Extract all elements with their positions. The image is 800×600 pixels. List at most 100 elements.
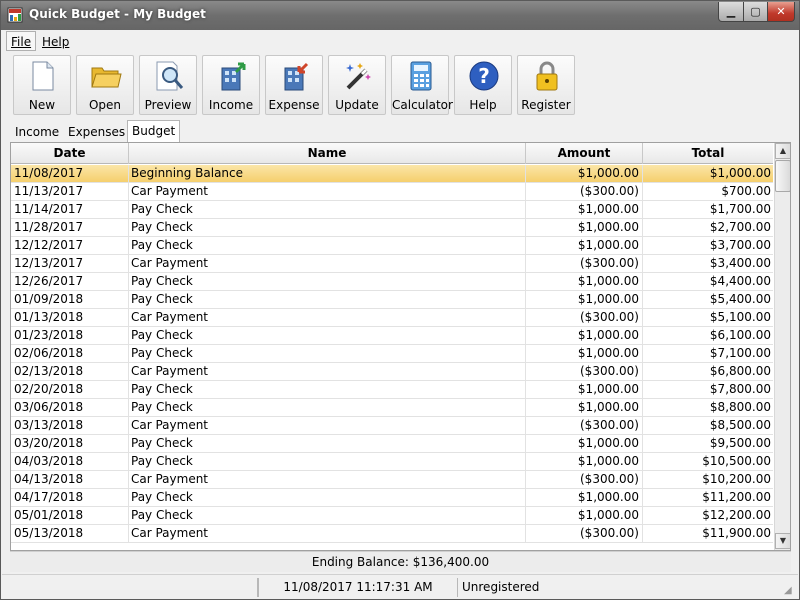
cell-name: Car Payment (129, 471, 526, 488)
expense-button[interactable]: Expense (265, 55, 323, 115)
table-body: 11/08/2017 Beginning Balance $1,000.00 $1,0… (11, 165, 773, 543)
cell-total: $5,400.00 (709, 292, 771, 306)
budget-table[interactable]: Date Name Amount Total 11/08/2017 Beginni… (10, 142, 791, 551)
table-row[interactable]: 02/13/2018 Car Payment ($300.00) $6,800.00 (11, 363, 773, 381)
cell-amount: ($300.00) (526, 417, 643, 434)
scroll-down-button[interactable]: ▼ (775, 533, 790, 549)
cell-date: 11/28/2017 (11, 219, 129, 236)
column-header-total[interactable]: Total (643, 143, 773, 164)
table-row[interactable]: 01/23/2018 Pay Check $1,000.00 $6,100.00 (11, 327, 773, 345)
table-row[interactable]: 03/13/2018 Car Payment ($300.00) $8,500.00 (11, 417, 773, 435)
column-header-name[interactable]: Name (129, 143, 526, 164)
cell-total: $1,000.00 (709, 166, 771, 180)
title-bar[interactable]: Quick Budget - My Budget ▁ ▢ ✕ (1, 1, 799, 30)
app-window: Quick Budget - My Budget ▁ ▢ ✕ File Help… (0, 0, 800, 600)
update-button[interactable]: Update (328, 55, 386, 115)
cell-total: $9,500.00 (709, 436, 771, 450)
open-button[interactable]: Open (76, 55, 134, 115)
cell-amount: $1,000.00 (526, 237, 643, 254)
menu-help[interactable]: Help (37, 31, 74, 51)
table-row[interactable]: 02/20/2018 Pay Check $1,000.00 $7,800.00 (11, 381, 773, 399)
cell-total: $7,800.00 (709, 382, 771, 396)
cell-amount: $1,000.00 (526, 201, 643, 218)
table-row[interactable]: 02/06/2018 Pay Check $1,000.00 $7,100.00 (11, 345, 773, 363)
table-row[interactable]: 05/13/2018 Car Payment ($300.00) $11,900.00 (11, 525, 773, 543)
scroll-thumb[interactable] (775, 160, 790, 192)
cell-name: Pay Check (129, 201, 526, 218)
table-row[interactable]: 05/01/2018 Pay Check $1,000.00 $12,200.00 (11, 507, 773, 525)
calculator-button[interactable]: Calculator (391, 55, 453, 115)
column-header-date[interactable]: Date (11, 143, 129, 164)
preview-button[interactable]: Preview (139, 55, 197, 115)
table-row[interactable]: 11/14/2017 Pay Check $1,000.00 $1,700.00 (11, 201, 773, 219)
menu-file[interactable]: File (6, 31, 37, 51)
status-datetime: 11/08/2017 11:17:31 AM (258, 578, 458, 597)
cell-name: Pay Check (129, 237, 526, 254)
income-button[interactable]: Income (202, 55, 260, 115)
cell-date: 02/20/2018 (11, 381, 129, 398)
table-row[interactable]: 04/13/2018 Car Payment ($300.00) $10,200.00 (11, 471, 773, 489)
status-bar: 11/08/2017 11:17:31 AM Unregistered ◢ (2, 574, 798, 599)
help-button[interactable]: ? Help (454, 55, 512, 115)
cell-amount: $1,000.00 (526, 219, 643, 236)
maximize-icon: ▢ (750, 5, 761, 18)
vertical-scrollbar[interactable]: ▲ ▼ (774, 143, 790, 550)
column-header-amount[interactable]: Amount (526, 143, 643, 164)
tab-strip: Income Expenses Budget (2, 120, 798, 142)
cell-name: Pay Check (129, 435, 526, 452)
building-expense-icon (284, 62, 309, 91)
cell-total: $11,900.00 (702, 526, 771, 540)
table-row[interactable]: 01/09/2018 Pay Check $1,000.00 $5,400.00 (11, 291, 773, 309)
cell-date: 03/20/2018 (11, 435, 129, 452)
table-row[interactable]: 11/13/2017 Car Payment ($300.00) $700.00 (11, 183, 773, 201)
cell-amount: ($300.00) (526, 255, 643, 272)
close-button[interactable]: ✕ (767, 2, 795, 22)
cell-total: $1,700.00 (709, 202, 771, 216)
cell-total: $10,500.00 (702, 454, 771, 468)
scroll-up-button[interactable]: ▲ (775, 143, 790, 159)
cell-amount: $1,000.00 (526, 345, 643, 362)
table-row[interactable]: 11/28/2017 Pay Check $1,000.00 $2,700.00 (11, 219, 773, 237)
cell-total: $5,100.00 (709, 310, 771, 324)
calculator-icon (410, 61, 432, 91)
cell-amount: ($300.00) (526, 471, 643, 488)
ending-balance: Ending Balance: $136,400.00 (10, 551, 791, 572)
table-row[interactable]: 12/26/2017 Pay Check $1,000.00 $4,400.00 (11, 273, 773, 291)
table-row[interactable]: 12/13/2017 Car Payment ($300.00) $3,400.00 (11, 255, 773, 273)
minimize-button[interactable]: ▁ (718, 2, 744, 22)
cell-name: Pay Check (129, 399, 526, 416)
cell-date: 02/13/2018 (11, 363, 129, 380)
tab-expenses[interactable]: Expenses (64, 123, 129, 142)
table-row[interactable]: 11/08/2017 Beginning Balance $1,000.00 $1,0… (11, 165, 773, 183)
cell-total: $11,200.00 (702, 490, 771, 504)
tab-income[interactable]: Income (11, 123, 63, 142)
cell-amount: $1,000.00 (526, 507, 643, 524)
cell-amount: $1,000.00 (526, 453, 643, 470)
cell-amount: $1,000.00 (526, 327, 643, 344)
cell-amount: ($300.00) (526, 363, 643, 380)
cell-name: Car Payment (129, 255, 526, 272)
maximize-button[interactable]: ▢ (743, 2, 768, 22)
cell-name: Car Payment (129, 417, 526, 434)
cell-total: $12,200.00 (702, 508, 771, 522)
register-button[interactable]: Register (517, 55, 575, 115)
help-icon: ? (469, 61, 499, 91)
table-row[interactable]: 12/12/2017 Pay Check $1,000.00 $3,700.00 (11, 237, 773, 255)
cell-date: 11/08/2017 (11, 165, 129, 182)
resize-grip-icon[interactable]: ◢ (784, 585, 796, 597)
toolbar: New Open Preview Income Expense Update C… (2, 52, 798, 120)
cell-total: $7,100.00 (709, 346, 771, 360)
table-row[interactable]: 04/03/2018 Pay Check $1,000.00 $10,500.00 (11, 453, 773, 471)
new-button[interactable]: New (13, 55, 71, 115)
table-row[interactable]: 01/13/2018 Car Payment ($300.00) $5,100.00 (11, 309, 773, 327)
cell-total: $8,500.00 (709, 418, 771, 432)
cell-name: Car Payment (129, 183, 526, 200)
table-row[interactable]: 04/17/2018 Pay Check $1,000.00 $11,200.00 (11, 489, 773, 507)
cell-date: 05/13/2018 (11, 525, 129, 542)
tab-budget[interactable]: Budget (127, 120, 181, 142)
table-row[interactable]: 03/06/2018 Pay Check $1,000.00 $8,800.00 (11, 399, 773, 417)
cell-name: Pay Check (129, 219, 526, 236)
cell-name: Car Payment (129, 363, 526, 380)
table-row[interactable]: 03/20/2018 Pay Check $1,000.00 $9,500.00 (11, 435, 773, 453)
cell-name: Pay Check (129, 273, 526, 290)
